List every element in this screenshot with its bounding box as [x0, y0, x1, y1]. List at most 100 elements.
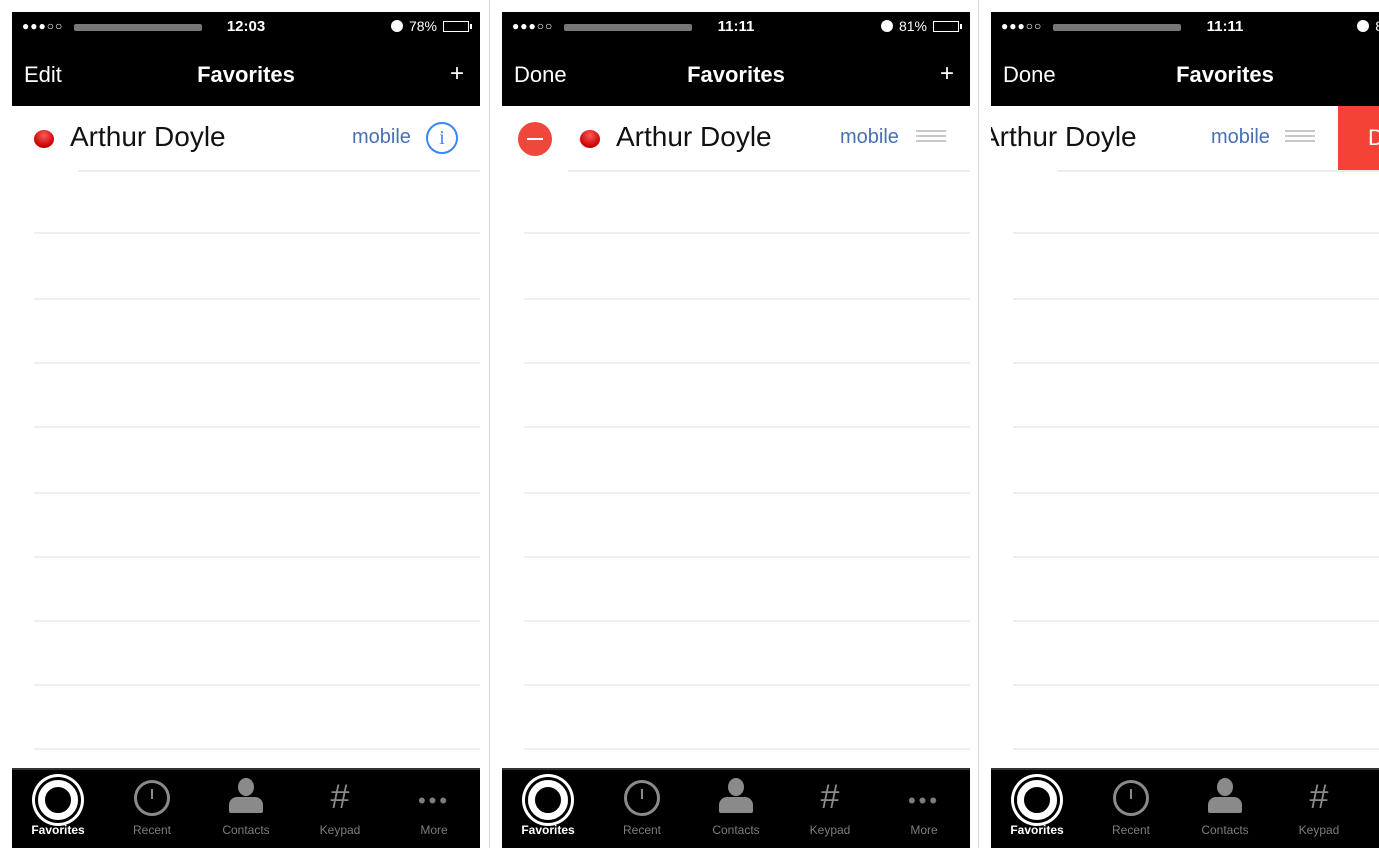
tab-favorites[interactable]: Favorites [18, 770, 98, 848]
tab-favorites[interactable]: Favorites [997, 770, 1077, 848]
divider [524, 232, 970, 234]
divider [524, 492, 970, 494]
keypad-icon: # [820, 778, 840, 816]
phone-screen: ●●●○○ 11:11 8 Done Favorites Arthur Doyl… [991, 12, 1379, 848]
alarm-icon [880, 20, 893, 32]
screen-edit-mode-on: ●●●○○ 11:11 81% Done Favorites + Arthur … [489, 0, 979, 848]
divider [1013, 232, 1379, 234]
divider [1013, 492, 1379, 494]
reorder-handle-icon[interactable] [916, 130, 946, 144]
divider [524, 684, 970, 686]
keypad-icon: # [330, 778, 350, 816]
clock-icon [134, 780, 170, 816]
person-icon [719, 778, 753, 814]
favorites-list: Arthur Doyle mobile i [12, 106, 480, 770]
divider [34, 492, 480, 494]
tab-label: Contacts [1201, 823, 1249, 837]
alarm-icon [390, 20, 403, 32]
more-icon: ••• [907, 788, 941, 813]
tab-keypad[interactable]: # Keypad [300, 770, 380, 848]
tab-bar: Favorites Recent Contacts # Keypad ••• M… [502, 768, 970, 848]
divider [1013, 556, 1379, 558]
tab-recent[interactable]: Recent [602, 770, 682, 848]
phone-type-label: mobile [1211, 126, 1270, 148]
row-divider [78, 170, 480, 172]
tab-label: More [420, 823, 448, 837]
favorites-list: Arthur Doyle mobile [502, 106, 970, 770]
divider [1013, 362, 1379, 364]
tab-label: Contacts [712, 823, 760, 837]
divider [1013, 684, 1379, 686]
battery-icon [933, 20, 962, 32]
tab-keypad[interactable]: # Keypad [790, 770, 870, 848]
divider [34, 426, 480, 428]
tab-more[interactable]: ••• More [394, 770, 474, 848]
tab-keypad[interactable]: # Keypad [1279, 770, 1359, 848]
add-favorite-button[interactable]: + [450, 60, 464, 88]
page-title: Favorites [687, 62, 785, 87]
reorder-handle-icon[interactable] [1285, 130, 1315, 144]
tab-more[interactable]: ••• More [884, 770, 964, 848]
gear-icon [1017, 780, 1057, 820]
divider [1013, 748, 1379, 750]
nav-bar: Done Favorites [991, 44, 1379, 106]
row-divider [1057, 170, 1379, 172]
divider [1013, 426, 1379, 428]
divider [524, 556, 970, 558]
favorite-row-swiped[interactable]: Arthur Doyle mobile D [991, 106, 1379, 172]
tab-contacts[interactable]: Contacts [1185, 770, 1265, 848]
alarm-icon [1357, 20, 1370, 32]
clock-icon [1113, 780, 1149, 816]
contact-name: Arthur Doyle [70, 121, 226, 152]
battery-percent: 8 [1375, 18, 1379, 34]
tab-contacts[interactable]: Contacts [206, 770, 286, 848]
divider [34, 684, 480, 686]
favorite-dot-icon [580, 130, 600, 148]
divider [34, 620, 480, 622]
tab-contacts[interactable]: Contacts [696, 770, 776, 848]
divider [34, 362, 480, 364]
delete-minus-icon[interactable] [518, 122, 552, 156]
tab-label: Recent [622, 823, 662, 837]
tab-label: Favorites [521, 823, 575, 837]
person-icon [229, 778, 263, 814]
status-time: 11:11 [1206, 18, 1244, 35]
favorite-row[interactable]: Arthur Doyle mobile [502, 106, 970, 172]
tab-favorites[interactable]: Favorites [508, 770, 588, 848]
phone-screen: ●●●○○ 11:11 81% Done Favorites + Arthur … [502, 12, 970, 848]
divider [34, 232, 480, 234]
tab-label: More [910, 823, 938, 837]
tab-recent[interactable]: Recent [112, 770, 192, 848]
divider [34, 748, 480, 750]
tab-label: Keypad [319, 823, 361, 837]
divider [524, 748, 970, 750]
favorites-list: Arthur Doyle mobile D [991, 106, 1379, 770]
divider [34, 298, 480, 300]
clock-icon [624, 780, 660, 816]
row-divider [568, 170, 970, 172]
info-icon[interactable]: i [426, 122, 458, 154]
tab-recent[interactable]: Recent [1091, 770, 1171, 848]
battery-percent: 81% [898, 18, 927, 34]
page-title: Favorites [197, 62, 295, 87]
phone-type-label: mobile [840, 126, 899, 148]
battery-percent: 78% [408, 18, 437, 34]
contact-name: Arthur Doyle [616, 121, 772, 152]
divider [524, 426, 970, 428]
screen-edit-mode-off: ●●●○○ 12:03 78% Edit Favorites + Arthur … [0, 0, 489, 848]
delete-button[interactable]: D [1338, 106, 1379, 170]
tab-label: Recent [132, 823, 172, 837]
favorite-row[interactable]: Arthur Doyle mobile i [12, 106, 480, 172]
divider [524, 362, 970, 364]
tab-label: Keypad [809, 823, 851, 837]
nav-bar: Edit Favorites + [12, 44, 480, 106]
tab-label: Recent [1111, 823, 1151, 837]
gear-icon [528, 780, 568, 820]
tab-label: Keypad [1298, 823, 1340, 837]
divider [1013, 298, 1379, 300]
divider [524, 620, 970, 622]
page-title: Favorites [1176, 62, 1274, 87]
contact-name: Arthur Doyle [991, 121, 1137, 152]
add-favorite-button[interactable]: + [940, 60, 954, 88]
keypad-icon: # [1309, 778, 1329, 816]
